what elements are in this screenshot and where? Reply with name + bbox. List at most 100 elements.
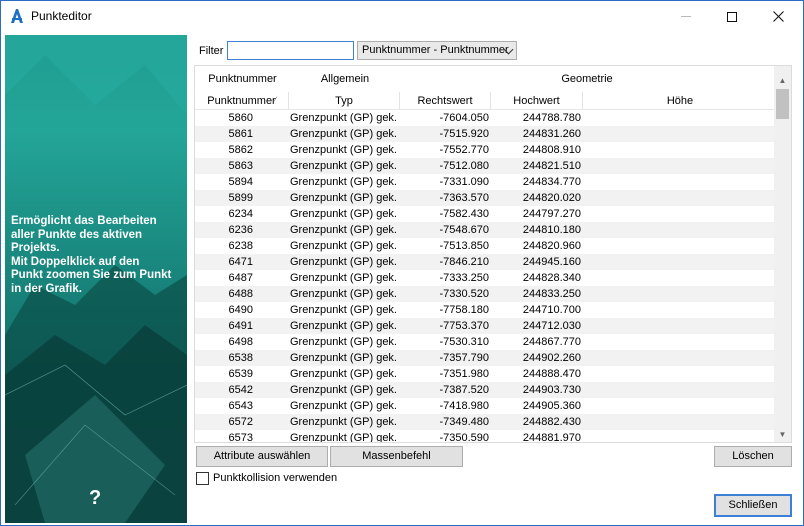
cell-typ: Grenzpunkt (GP) gek... [290,400,398,412]
table-row[interactable]: 5862 Grenzpunkt (GP) gek... -7552.770 24480… [195,142,777,158]
point-collision-label[interactable]: Punktkollision verwenden [213,472,337,484]
table-row[interactable]: 5863 Grenzpunkt (GP) gek... -7512.080 24482… [195,158,777,174]
cell-punktnummer: 6471 [228,256,253,268]
bulk-command-button[interactable]: Massenbefehl [330,446,463,467]
cell-typ: Grenzpunkt (GP) gek... [290,112,398,124]
delete-button[interactable]: Löschen [714,446,792,467]
column-header-hochwert[interactable]: Hochwert [491,92,583,110]
close-button[interactable]: Schließen [714,494,792,517]
table-row[interactable]: 5861 Grenzpunkt (GP) gek... -7515.920 24483… [195,126,777,142]
cell-hochwert: 244820.960 [522,240,581,252]
table-row[interactable]: 6487 Grenzpunkt (GP) gek... -7333.250 24482… [195,270,777,286]
cell-typ: Grenzpunkt (GP) gek... [290,256,398,268]
cell-punktnummer: 6236 [228,224,253,236]
cell-punktnummer: 5861 [228,128,253,140]
cell-hochwert: 244820.020 [522,192,581,204]
cell-hochwert: 244902.260 [522,352,581,364]
help-icon[interactable]: ? [89,487,101,510]
column-header-row: Punktnummer ∕ Typ Rechtswert Hochwert Höh… [195,92,777,110]
cell-hochwert: 244808.910 [522,144,581,156]
table-row[interactable]: 6234 Grenzpunkt (GP) gek... -7582.430 24479… [195,206,777,222]
cell-punktnummer: 6490 [228,304,253,316]
select-attributes-button[interactable]: Attribute auswählen [196,446,328,467]
cell-hochwert: 244945.160 [522,256,581,268]
cell-rechtswert: -7515.920 [439,128,489,140]
cell-punktnummer: 6543 [228,400,253,412]
scroll-down-icon[interactable]: ▼ [774,426,791,442]
sort-ascending-icon: ∕ [275,95,277,104]
cell-hochwert: 244903.730 [522,384,581,396]
cell-rechtswert: -7331.090 [439,176,489,188]
minimize-button[interactable] [663,1,709,32]
minimize-icon [681,16,691,17]
column-header-hoehe[interactable]: Höhe [583,92,777,110]
cell-hochwert: 244810.180 [522,224,581,236]
table-row[interactable]: 6238 Grenzpunkt (GP) gek... -7513.850 24482… [195,238,777,254]
cell-rechtswert: -7548.670 [439,224,489,236]
column-header-rechtswert[interactable]: Rechtswert [400,92,491,110]
table-row[interactable]: 6542 Grenzpunkt (GP) gek... -7387.520 24490… [195,382,777,398]
title-bar[interactable]: Punkteditor [1,1,803,32]
cell-punktnummer: 6498 [228,336,253,348]
vertical-scrollbar[interactable]: ▲ ▼ [774,66,791,442]
cell-punktnummer: 6487 [228,272,253,284]
cell-punktnummer: 6238 [228,240,253,252]
punkteditor-window: Punkteditor Ermöglicht das Bearbeiten al… [0,0,804,526]
scroll-up-icon[interactable]: ▲ [774,66,791,88]
cell-hochwert: 244710.700 [522,304,581,316]
filter-input[interactable] [227,41,354,60]
table-row[interactable]: 5860 Grenzpunkt (GP) gek... -7604.050 24478… [195,110,777,126]
table-row[interactable]: 6572 Grenzpunkt (GP) gek... -7349.480 24488… [195,414,777,430]
table-row[interactable]: 5894 Grenzpunkt (GP) gek... -7331.090 24483… [195,174,777,190]
table-row[interactable]: 6539 Grenzpunkt (GP) gek... -7351.980 24488… [195,366,777,382]
close-window-button[interactable] [755,1,801,32]
cell-punktnummer: 5899 [228,192,253,204]
column-header-punktnummer[interactable]: Punktnummer ∕ [195,92,289,110]
maximize-icon [727,11,737,22]
cell-typ: Grenzpunkt (GP) gek... [290,128,398,140]
cell-typ: Grenzpunkt (GP) gek... [290,336,398,348]
cell-rechtswert: -7758.180 [439,304,489,316]
cell-rechtswert: -7350.590 [439,432,489,443]
table-row[interactable]: 6543 Grenzpunkt (GP) gek... -7418.980 24490… [195,398,777,414]
table-row[interactable]: 6471 Grenzpunkt (GP) gek... -7846.210 24494… [195,254,777,270]
cell-typ: Grenzpunkt (GP) gek... [290,176,398,188]
cell-typ: Grenzpunkt (GP) gek... [290,352,398,364]
cell-typ: Grenzpunkt (GP) gek... [290,416,398,428]
point-collision-checkbox[interactable] [196,472,209,485]
band-header-allgemein: Allgemein [320,73,370,85]
maximize-button[interactable] [709,1,755,32]
app-logo-icon [11,9,23,23]
column-header-typ[interactable]: Typ [289,92,400,110]
cell-hochwert: 244833.250 [522,288,581,300]
cell-typ: Grenzpunkt (GP) gek... [290,272,398,284]
cell-punktnummer: 5862 [228,144,253,156]
band-header-punktnummer: Punktnummer [208,73,277,85]
table-row[interactable]: 5899 Grenzpunkt (GP) gek... -7363.570 24482… [195,190,777,206]
cell-punktnummer: 6573 [228,432,253,443]
points-table[interactable]: Punktnummer Allgemein Geometrie Punktnum… [194,65,792,443]
cell-punktnummer: 6572 [228,416,253,428]
cell-hochwert: 244821.510 [522,160,581,172]
scrollbar-thumb[interactable] [776,89,789,119]
table-row[interactable]: 6488 Grenzpunkt (GP) gek... -7330.520 24483… [195,286,777,302]
cell-typ: Grenzpunkt (GP) gek... [290,304,398,316]
cell-rechtswert: -7552.770 [439,144,489,156]
cell-hochwert: 244831.260 [522,128,581,140]
band-header-geometrie: Geometrie [561,73,613,85]
table-row[interactable]: 6491 Grenzpunkt (GP) gek... -7753.370 24471… [195,318,777,334]
table-row[interactable]: 6573 Grenzpunkt (GP) gek... -7350.590 24488… [195,430,777,443]
table-row[interactable]: 6498 Grenzpunkt (GP) gek... -7530.310 24486… [195,334,777,350]
table-row[interactable]: 6538 Grenzpunkt (GP) gek... -7357.790 24490… [195,350,777,366]
cell-rechtswert: -7512.080 [439,160,489,172]
table-row[interactable]: 6490 Grenzpunkt (GP) gek... -7758.180 24471… [195,302,777,318]
filter-field-dropdown[interactable]: Punktnummer - Punktnummer [357,41,517,60]
cell-typ: Grenzpunkt (GP) gek... [290,224,398,236]
table-row[interactable]: 6236 Grenzpunkt (GP) gek... -7548.670 24481… [195,222,777,238]
cell-hochwert: 244881.970 [522,432,581,443]
cell-rechtswert: -7513.850 [439,240,489,252]
cell-rechtswert: -7582.430 [439,208,489,220]
cell-punktnummer: 6488 [228,288,253,300]
cell-rechtswert: -7604.050 [439,112,489,124]
cell-punktnummer: 5863 [228,160,253,172]
